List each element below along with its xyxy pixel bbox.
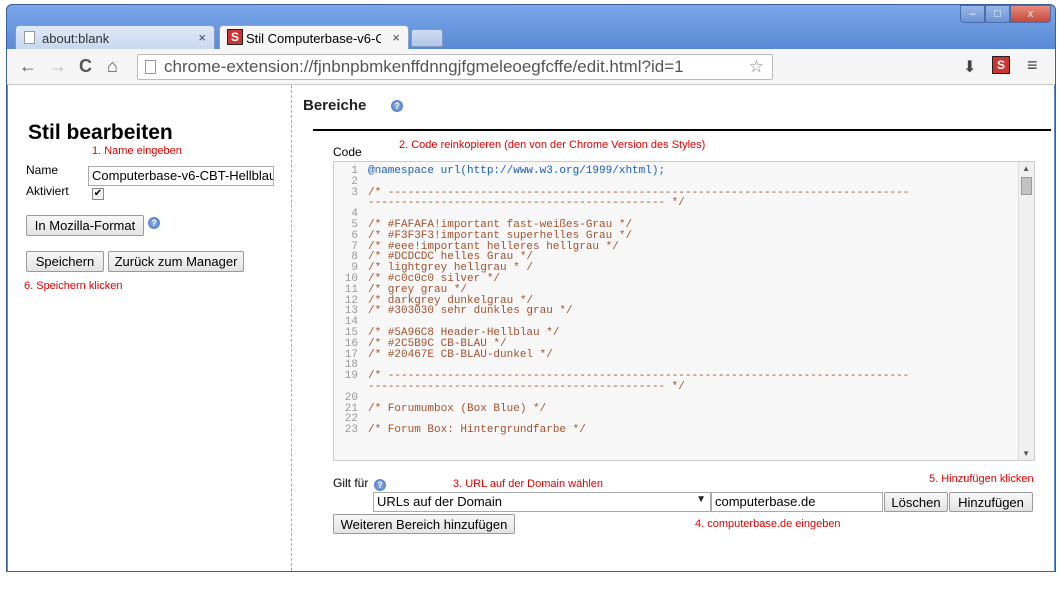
applies-to-label: Gilt für bbox=[333, 476, 369, 490]
scrollbar[interactable]: ▲ ▼ bbox=[1018, 162, 1034, 460]
page-icon bbox=[24, 31, 35, 44]
scroll-down-icon[interactable]: ▼ bbox=[1022, 449, 1030, 458]
address-bar[interactable]: chrome-extension://fjnbnpbmkenffdnngjfgm… bbox=[137, 54, 773, 80]
code-text: /* Forumumbox (Box Blue) */ bbox=[368, 402, 547, 415]
code-content: 1 @namespace url(http://www.w3.org/1999/x… bbox=[334, 166, 1018, 436]
star-icon[interactable]: ☆ bbox=[749, 55, 764, 79]
page-content: Stil bearbeiten 1. Name eingeben Name Co… bbox=[8, 85, 1054, 571]
add-section-button[interactable]: Weiteren Bereich hinzufügen bbox=[333, 514, 515, 534]
line-number: 2 bbox=[351, 175, 358, 188]
annotation-save: 6. Speichern klicken bbox=[24, 280, 123, 292]
section-title: Bereiche bbox=[303, 97, 367, 114]
annotation-code: 2. Code reinkopieren (den von der Chrome… bbox=[399, 139, 706, 151]
code-line: 17/* #20467E CB-BLAU-dunkel */ bbox=[334, 348, 1018, 361]
code-line: ----------------------------------------… bbox=[334, 198, 1018, 209]
mozilla-format-button[interactable]: In Mozilla-Format bbox=[26, 215, 144, 236]
dropdown-arrow-icon: ▼ bbox=[696, 494, 706, 505]
maximize-button[interactable]: □ bbox=[985, 5, 1010, 23]
code-text: /* Forum Box: Hintergrundfarbe */ bbox=[368, 424, 586, 437]
menu-icon[interactable]: ≡ bbox=[1027, 55, 1038, 76]
annotation-add: 5. Hinzufügen klicken bbox=[929, 473, 1034, 485]
right-panel: Bereiche ? Code 2. Code reinkopieren (de… bbox=[293, 85, 1054, 571]
code-text: /* grey grau */ bbox=[368, 283, 468, 296]
code-line: 16 /* #2C5B9C CB-BLAU */ bbox=[334, 337, 1018, 350]
annotation-domain: 4. computerbase.de eingeben bbox=[695, 518, 841, 530]
code-text: /* #20467E CB-BLAU-dunkel */ bbox=[368, 348, 553, 361]
code-line: 21/* Forumumbox (Box Blue) */ bbox=[334, 402, 1018, 415]
tab-label: Stil Computerbase-v6-C bbox=[246, 31, 381, 46]
url-text: chrome-extension://fjnbnpbmkenffdnngjfgm… bbox=[164, 57, 684, 76]
reload-icon[interactable]: C bbox=[79, 56, 92, 77]
code-line: 2 bbox=[334, 175, 1018, 188]
browser-window: about:blank × S Stil Computerbase-v6-C ×… bbox=[6, 4, 1056, 572]
code-line: 20 bbox=[334, 391, 1018, 404]
close-icon[interactable]: × bbox=[392, 30, 400, 45]
code-line: 1 @namespace url(http://www.w3.org/1999/x… bbox=[334, 166, 1018, 177]
code-text: @namespace url(http://www.w3.org/1999/xh… bbox=[368, 165, 666, 177]
help-icon[interactable]: ? bbox=[374, 479, 386, 491]
minimize-button[interactable]: – bbox=[960, 5, 985, 23]
line-number: 6 bbox=[351, 229, 358, 242]
code-editor[interactable]: 1 @namespace url(http://www.w3.org/1999/x… bbox=[333, 161, 1035, 461]
page-title: Stil bearbeiten bbox=[28, 121, 173, 144]
scroll-thumb[interactable] bbox=[1021, 177, 1032, 195]
tab-stil-edit[interactable]: S Stil Computerbase-v6-C × bbox=[219, 25, 409, 49]
tab-about-blank[interactable]: about:blank × bbox=[15, 25, 215, 49]
line-number: 20 bbox=[344, 391, 358, 404]
browser-toolbar: ← → C ⌂ chrome-extension://fjnbnpbmkenff… bbox=[7, 49, 1055, 85]
stylish-extension-icon[interactable]: S bbox=[992, 56, 1010, 74]
back-arrow-icon[interactable]: ← bbox=[19, 56, 37, 77]
annotation-url: 3. URL auf der Domain wählen bbox=[453, 478, 604, 490]
help-icon[interactable]: ? bbox=[391, 100, 403, 112]
code-text: /* #303030 sehr dunkles grau */ bbox=[368, 305, 573, 318]
scroll-up-icon[interactable]: ▲ bbox=[1022, 164, 1030, 173]
code-text: /* #2C5B9C CB-BLAU */ bbox=[368, 337, 507, 350]
code-line: 13/* #303030 sehr dunkles grau */ bbox=[334, 306, 1018, 317]
code-line: 11 /* grey grau */ bbox=[334, 283, 1018, 296]
save-button[interactable]: Speichern bbox=[26, 251, 104, 272]
code-line: 6 /* #F3F3F3!important superhelles Grau *… bbox=[334, 229, 1018, 242]
code-text: /* #F3F3F3!important superhelles Grau */ bbox=[368, 229, 633, 242]
line-number: 3 bbox=[351, 186, 358, 199]
active-label: Aktiviert bbox=[26, 184, 69, 198]
divider bbox=[313, 129, 1051, 131]
code-line: ----------------------------------------… bbox=[334, 382, 1018, 393]
annotation-name: 1. Name eingeben bbox=[92, 145, 182, 157]
url-type-select[interactable]: URLs auf der Domain ▼ bbox=[373, 492, 711, 512]
close-window-button[interactable]: x bbox=[1010, 5, 1051, 23]
line-number: 19 bbox=[344, 370, 358, 383]
home-icon[interactable]: ⌂ bbox=[107, 56, 118, 77]
close-icon[interactable]: × bbox=[198, 30, 206, 45]
title-bar: about:blank × S Stil Computerbase-v6-C ×… bbox=[7, 5, 1055, 49]
forward-arrow-icon[interactable]: → bbox=[49, 56, 67, 77]
domain-field[interactable]: computerbase.de bbox=[711, 492, 883, 512]
code-line: 23 /* Forum Box: Hintergrundfarbe */ bbox=[334, 425, 1018, 436]
code-text: ----------------------------------------… bbox=[368, 380, 685, 393]
tab-label: about:blank bbox=[42, 31, 110, 46]
stylish-icon: S bbox=[227, 29, 243, 45]
code-label: Code bbox=[333, 145, 362, 159]
back-to-manager-button[interactable]: Zurück zum Manager bbox=[108, 251, 244, 272]
delete-button[interactable]: Löschen bbox=[884, 492, 948, 512]
download-icon[interactable]: ⬇ bbox=[963, 57, 976, 77]
name-label: Name bbox=[26, 163, 59, 177]
line-number: 23 bbox=[344, 424, 358, 437]
page-icon bbox=[145, 60, 156, 74]
code-text: ----------------------------------------… bbox=[368, 197, 685, 210]
select-value: URLs auf der Domain bbox=[377, 494, 502, 509]
left-panel: Stil bearbeiten 1. Name eingeben Name Co… bbox=[8, 85, 292, 571]
line-number: 16 bbox=[344, 337, 358, 350]
add-button[interactable]: Hinzufügen bbox=[949, 492, 1033, 512]
help-icon[interactable]: ? bbox=[148, 217, 160, 229]
name-field[interactable]: Computerbase-v6-CBT-Hellblau bbox=[88, 166, 274, 186]
new-tab-button[interactable] bbox=[411, 29, 443, 47]
line-number: 11 bbox=[344, 283, 358, 296]
active-checkbox[interactable]: ✔ bbox=[92, 188, 104, 200]
